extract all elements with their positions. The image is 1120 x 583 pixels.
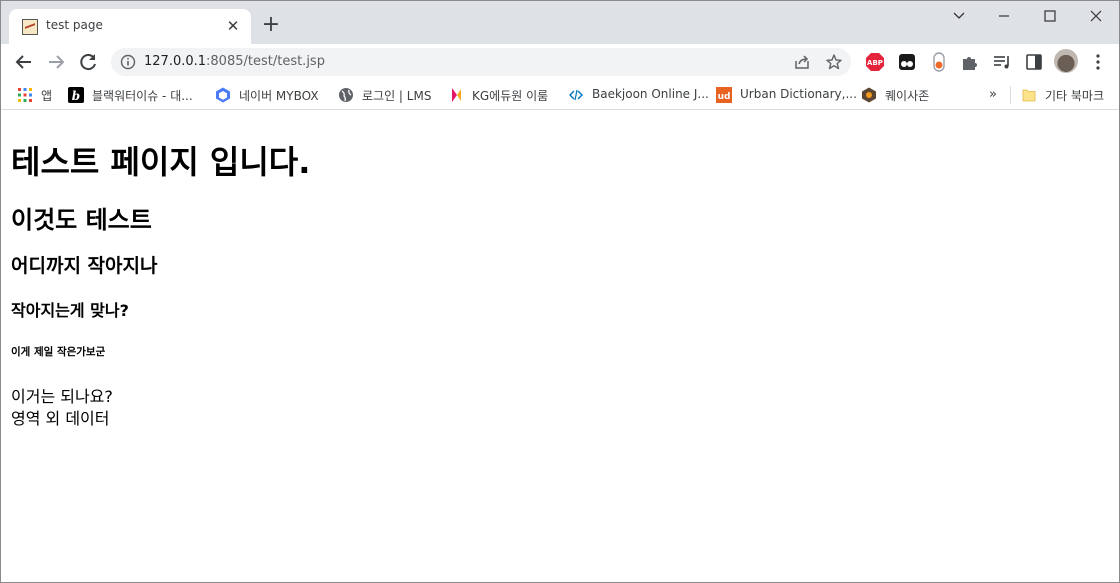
page-heading-h2: 이것도 테스트 bbox=[11, 206, 152, 234]
kebab-menu-icon[interactable] bbox=[1087, 51, 1109, 73]
bookmark-label: 퀘이사존 bbox=[885, 89, 930, 103]
url-text[interactable]: 127.0.0.1:8085/test/test.jsp bbox=[144, 54, 325, 69]
bookmark-label: 로그인 | LMS bbox=[362, 89, 432, 103]
window-close-icon[interactable] bbox=[1073, 1, 1119, 31]
bookmark-label: Baekjoon Online J... bbox=[592, 87, 709, 101]
extensions-puzzle-icon[interactable] bbox=[959, 51, 981, 73]
bookmark-label: 네이버 MYBOX bbox=[239, 89, 319, 103]
page-heading-h6: 이게 제일 작은가보군 bbox=[11, 346, 106, 358]
forward-arrow-icon[interactable] bbox=[42, 48, 70, 76]
bookmark-label: 앱 bbox=[41, 89, 53, 103]
bookmarks-divider bbox=[1010, 86, 1011, 104]
page-favicon-icon bbox=[22, 19, 38, 35]
browser-toolbar: 127.0.0.1:8085/test/test.jsp ABP bbox=[1, 44, 1119, 80]
url-host: 127.0.0.1 bbox=[144, 54, 207, 69]
svg-text:b: b bbox=[72, 89, 80, 103]
globe-icon bbox=[339, 88, 353, 102]
side-panel-icon[interactable] bbox=[1023, 51, 1045, 73]
new-tab-button[interactable]: + bbox=[259, 14, 283, 38]
bookmark-label: KG에듀원 이룸 bbox=[472, 89, 549, 103]
back-arrow-icon[interactable] bbox=[10, 48, 38, 76]
folder-icon bbox=[1022, 89, 1036, 102]
kg-icon bbox=[452, 88, 461, 102]
profile-avatar[interactable] bbox=[1054, 49, 1078, 73]
bookmarks-bar: 앱 b 블랙워터이슈 - 대... 네이버 MYBOX 로그인 | LMS KG… bbox=[1, 80, 1119, 110]
share-icon[interactable] bbox=[793, 53, 811, 71]
svg-text:ud: ud bbox=[718, 92, 731, 102]
body-text-line-2: 영역 외 데이터 bbox=[11, 409, 110, 428]
url-path: :8085/test/test.jsp bbox=[206, 54, 325, 69]
extension-toggle-icon[interactable] bbox=[928, 51, 950, 73]
bookmarks-overflow-chevron-icon[interactable]: » bbox=[989, 88, 1003, 102]
quasarzone-icon bbox=[862, 87, 876, 103]
page-heading-h4: 작아지는게 맞나? bbox=[11, 301, 129, 320]
baekjoon-icon bbox=[569, 89, 583, 101]
abp-label: ABP bbox=[867, 59, 883, 67]
bookmark-label: Urban Dictionary,... bbox=[740, 87, 857, 101]
site-info-icon[interactable] bbox=[120, 54, 136, 70]
body-text-line-1: 이거는 되나요? bbox=[11, 387, 113, 406]
tab-title: test page bbox=[46, 18, 103, 32]
adblock-plus-icon[interactable]: ABP bbox=[864, 51, 886, 73]
bookmark-star-icon[interactable] bbox=[825, 53, 843, 71]
urban-dictionary-icon: ud bbox=[716, 87, 732, 103]
tab-search-chevron-icon[interactable] bbox=[936, 1, 982, 31]
page-heading-h1: 테스트 페이지 입니다. bbox=[11, 143, 311, 181]
tab-test-page[interactable]: test page ✕ bbox=[9, 9, 251, 44]
tab-strip: test page ✕ + bbox=[1, 1, 1119, 44]
tampermonkey-icon[interactable] bbox=[896, 51, 918, 73]
reload-icon[interactable] bbox=[74, 48, 102, 76]
browser-window: test page ✕ + 127.0.0.1:8085/test/test.j… bbox=[0, 0, 1120, 583]
mybox-icon bbox=[216, 87, 230, 103]
address-bar[interactable]: 127.0.0.1:8085/test/test.jsp bbox=[111, 48, 851, 76]
minimize-icon[interactable] bbox=[981, 1, 1027, 31]
page-content: 테스트 페이지 입니다. 이것도 테스트 어디까지 작아지나 작아지는게 맞나?… bbox=[1, 111, 1119, 582]
page-heading-h3: 어디까지 작아지나 bbox=[11, 255, 158, 277]
tab-close-icon[interactable]: ✕ bbox=[223, 16, 243, 36]
blog-b-icon: b bbox=[68, 87, 84, 103]
apps-grid-icon bbox=[18, 88, 32, 102]
media-queue-icon[interactable] bbox=[991, 51, 1013, 73]
bookmark-label: 기타 북마크 bbox=[1045, 89, 1105, 103]
bookmark-label: 블랙워터이슈 - 대... bbox=[92, 89, 193, 103]
maximize-icon[interactable] bbox=[1027, 1, 1073, 31]
